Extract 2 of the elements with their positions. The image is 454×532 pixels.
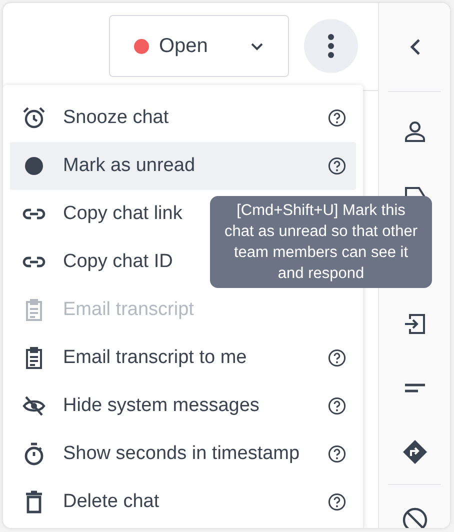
tooltip: [Cmd+Shift+U] Mark this chat as unread so that other team members can see it and respond (210, 196, 432, 288)
status-label: Open (159, 34, 209, 58)
